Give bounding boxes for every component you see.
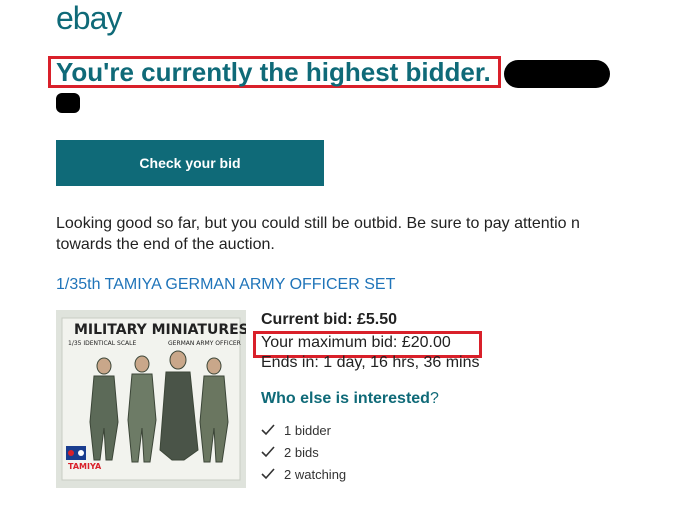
list-item: 2 bids xyxy=(261,441,346,463)
ebay-logo[interactable]: ebay xyxy=(56,0,122,37)
current-bid: Current bid: £5.50 xyxy=(261,311,398,328)
checkmark-icon xyxy=(261,424,275,436)
box-subject-label: GERMAN ARMY OFFICER xyxy=(168,340,241,347)
list-item: 2 watching xyxy=(261,463,346,485)
watcher-count: 2 watching xyxy=(284,466,347,482)
outbid-warning-text: Looking good so far, but you could still… xyxy=(56,215,580,253)
checkmark-icon xyxy=(261,446,275,458)
interest-heading-bold: Who else is interested xyxy=(261,390,430,407)
box-scale-label: 1/35 IDENTICAL SCALE xyxy=(68,340,137,347)
brand-label: TAMIYA xyxy=(68,462,102,471)
interest-heading-suffix: ? xyxy=(429,390,439,407)
interest-heading: Who else is interested? xyxy=(261,390,439,408)
item-image[interactable]: MILITARY MINIATURES 1/35 IDENTICAL SCALE… xyxy=(56,310,246,488)
page-title: You're currently the highest bidder. xyxy=(56,57,491,87)
redaction-mark xyxy=(504,60,610,88)
list-item: 1 bidder xyxy=(261,419,346,441)
interest-stats-list: 1 bidder 2 bids 2 watching xyxy=(261,419,346,485)
checkmark-icon xyxy=(261,468,275,480)
max-bid: Your maximum bid: £20.00 xyxy=(261,334,451,351)
box-title: MILITARY MINIATURES xyxy=(74,322,246,338)
bidder-count: 1 bidder xyxy=(284,422,331,438)
bid-count: 2 bids xyxy=(284,444,319,460)
check-your-bid-button[interactable]: Check your bid xyxy=(56,140,324,186)
redaction-mark xyxy=(56,93,80,113)
email-page: ebay You're currently the highest bidder… xyxy=(0,0,699,518)
auction-end-time: Ends in: 1 day, 16 hrs, 36 mins xyxy=(261,354,480,371)
item-title-link[interactable]: 1/35th TAMIYA GERMAN ARMY OFFICER SET xyxy=(56,276,395,294)
